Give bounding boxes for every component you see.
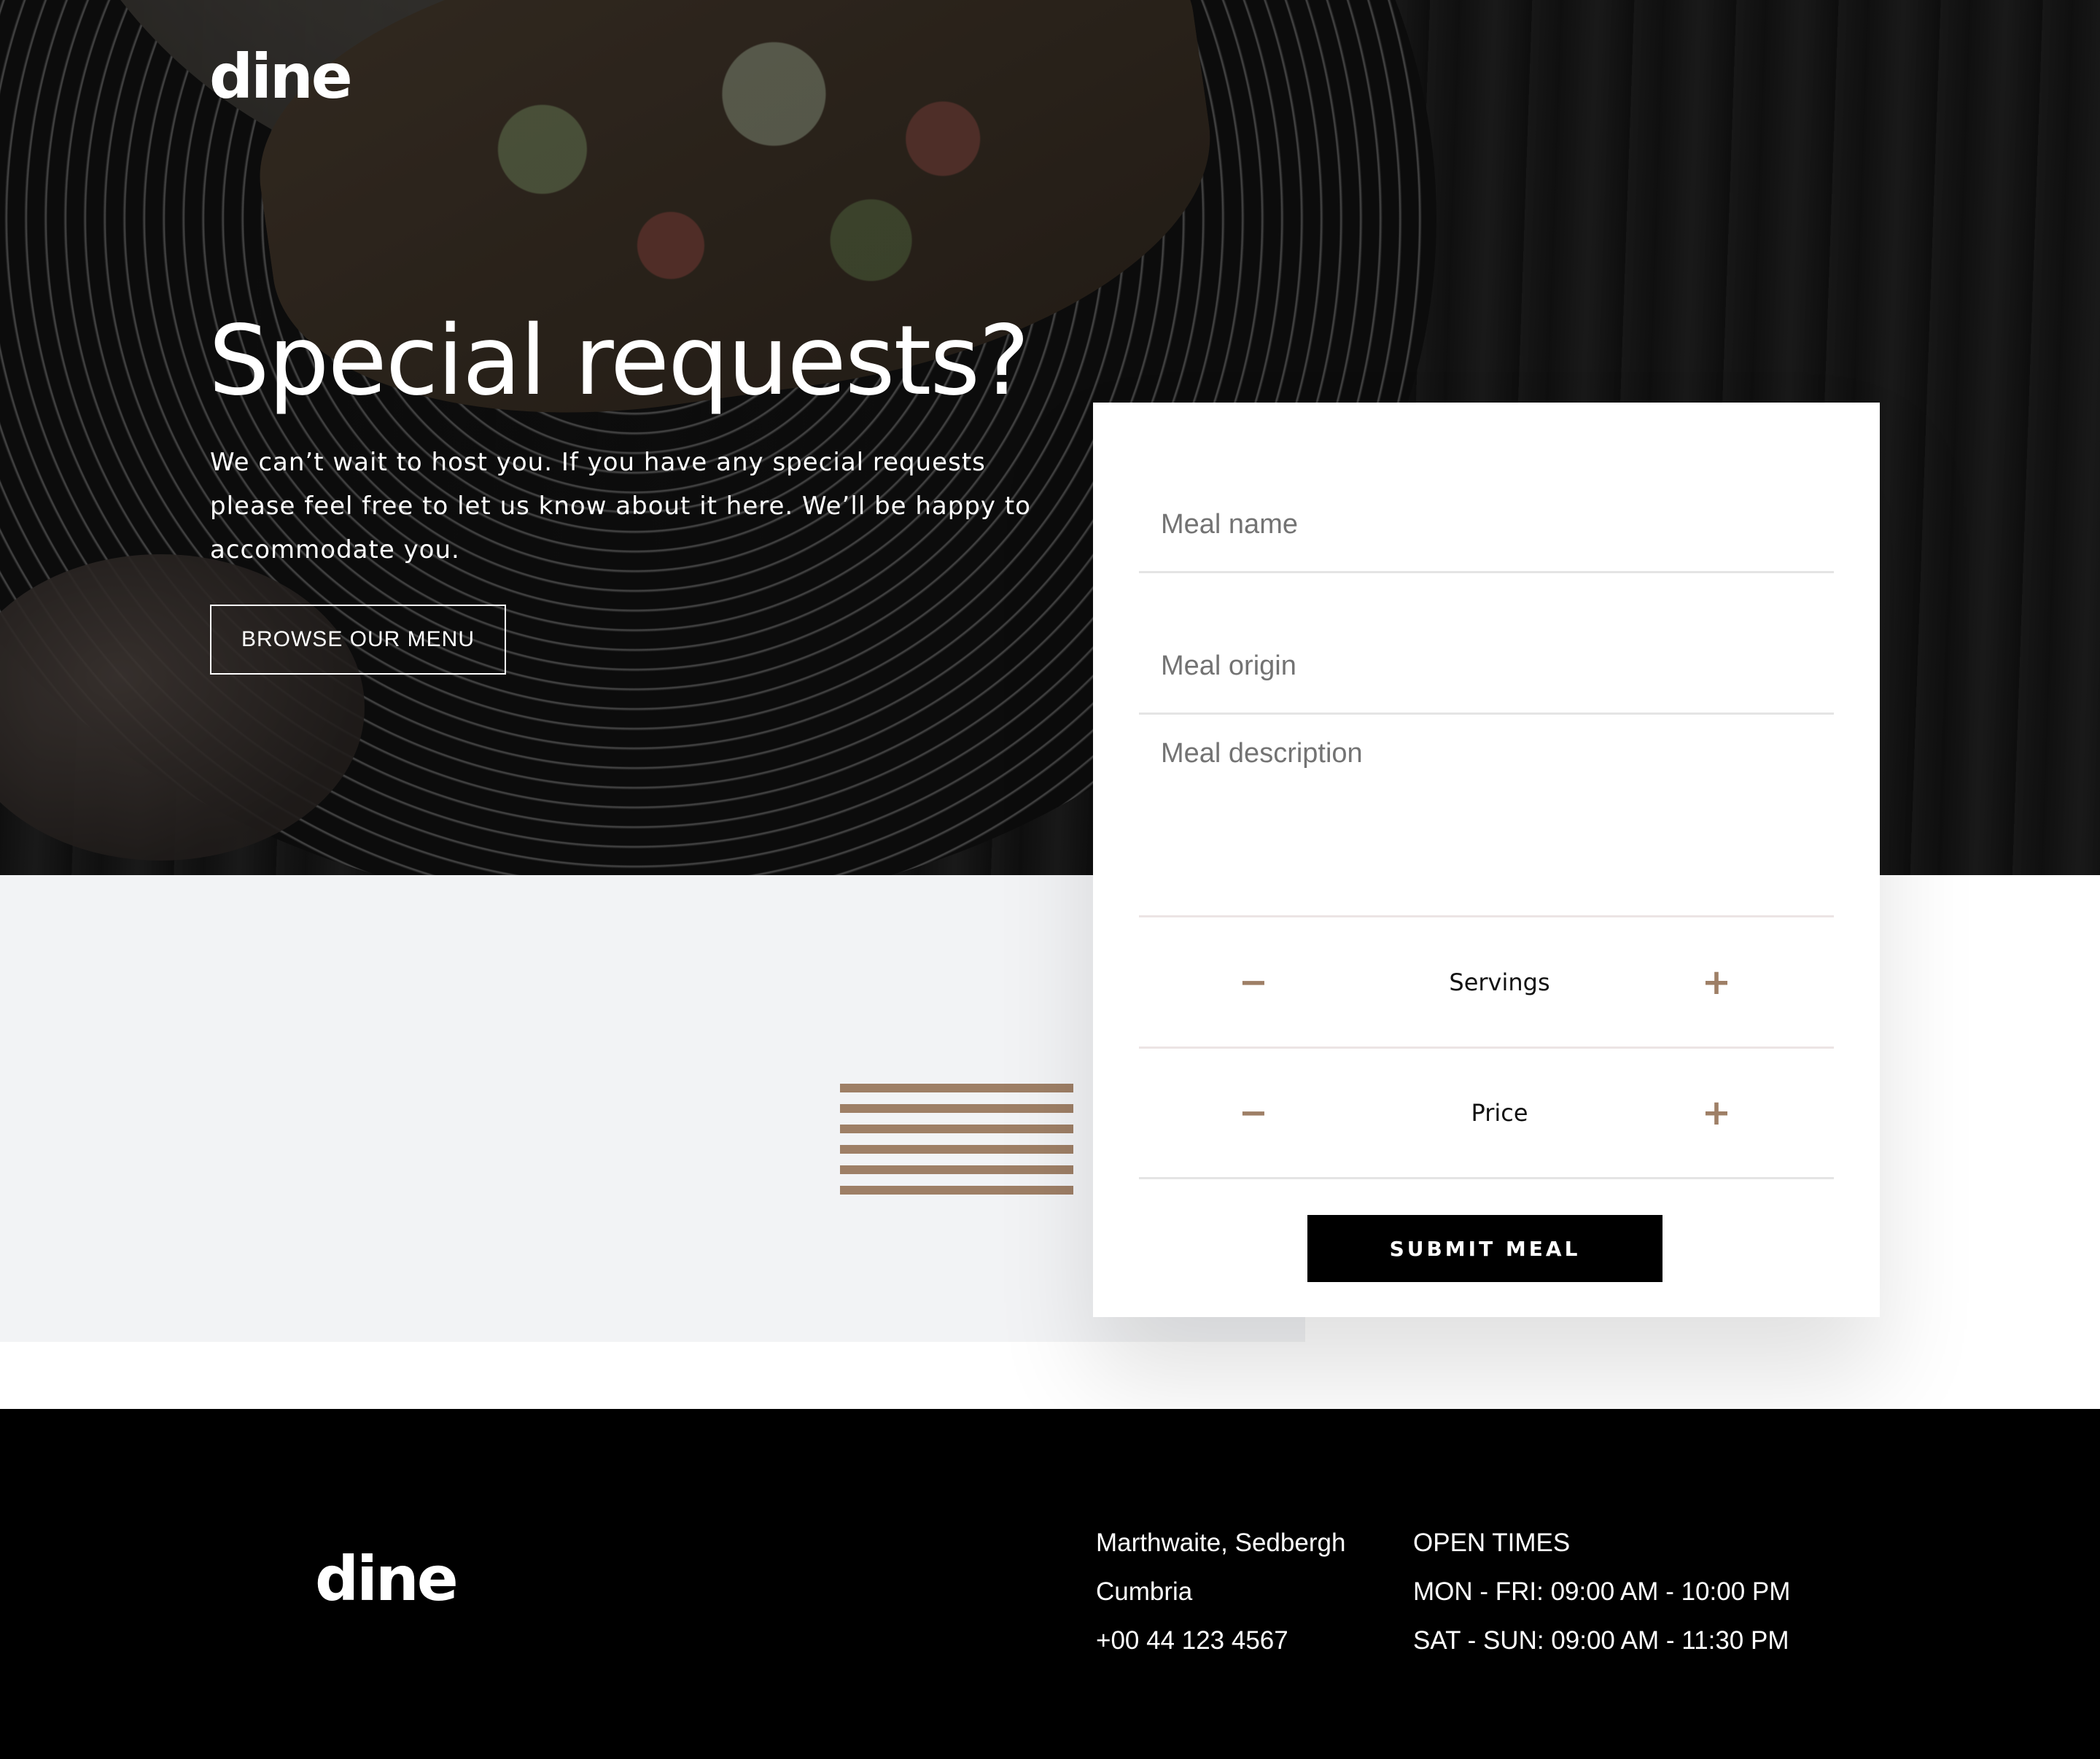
servings-stepper: − Servings + (1139, 918, 1834, 1049)
hours-weekend: SAT - SUN: 09:00 AM - 11:30 PM (1413, 1626, 1789, 1655)
price-stepper: − Price + (1139, 1049, 1834, 1179)
price-plus-button[interactable]: + (1691, 1087, 1742, 1138)
footer-opening-hours: OPEN TIMES MON - FRI: 09:00 AM - 10:00 P… (1413, 1518, 1790, 1665)
footer: dine Marthwaite, Sedbergh Cumbria +00 44… (0, 1409, 2100, 1759)
address-line: Marthwaite, Sedbergh (1096, 1529, 1346, 1557)
stripe (840, 1104, 1073, 1113)
decorative-stripes (840, 1084, 1073, 1196)
stripe (840, 1165, 1073, 1174)
footer-logo[interactable]: dine (315, 1539, 459, 1619)
address-line: Cumbria (1096, 1577, 1193, 1606)
meal-description-input[interactable] (1139, 738, 1834, 917)
hours-weekdays: MON - FRI: 09:00 AM - 10:00 PM (1413, 1577, 1791, 1606)
meal-name-input[interactable] (1139, 478, 1834, 573)
stripe (840, 1186, 1073, 1195)
header-logo[interactable]: dine (209, 36, 353, 117)
browse-menu-button[interactable]: BROWSE OUR MENU (210, 605, 506, 675)
stripe (840, 1145, 1073, 1154)
stripe (840, 1084, 1073, 1092)
servings-plus-button[interactable]: + (1691, 957, 1742, 1008)
hero-description: We can’t wait to host you. If you have a… (210, 448, 1031, 564)
phone-number: +00 44 123 4567 (1096, 1626, 1288, 1655)
meal-request-form: − Servings + − Price + SUBMIT MEAL (1093, 403, 1880, 1317)
hours-heading: OPEN TIMES (1413, 1529, 1571, 1557)
submit-meal-button[interactable]: SUBMIT MEAL (1307, 1215, 1662, 1282)
stripe (840, 1125, 1073, 1133)
footer-address: Marthwaite, Sedbergh Cumbria +00 44 123 … (1096, 1518, 1345, 1665)
page-title: Special requests? (209, 305, 1030, 417)
meal-origin-input[interactable] (1139, 620, 1834, 715)
